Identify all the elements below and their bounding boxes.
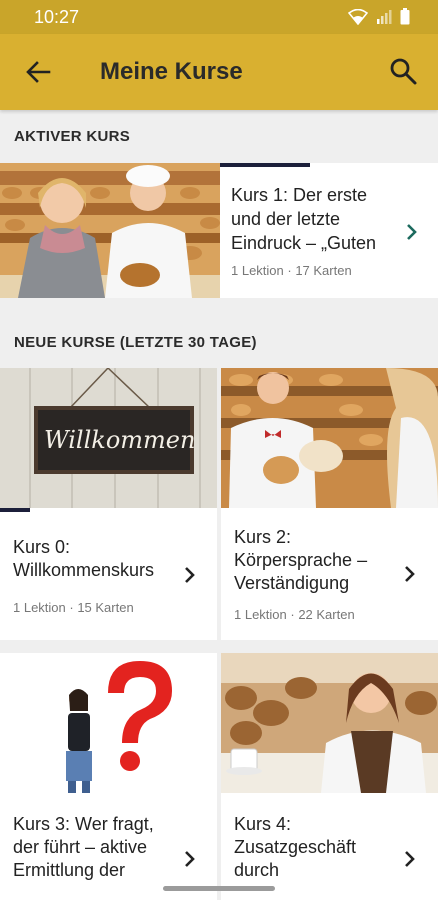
course-meta: 1 Lektion · 15 Karten xyxy=(13,600,134,615)
app-bar: Meine Kurse xyxy=(0,34,438,110)
course-image-bakery xyxy=(0,163,220,298)
chevron-right-icon[interactable] xyxy=(183,565,197,585)
status-time: 10:27 xyxy=(34,7,80,27)
course-title: Kurs 0: Willkommenskurs xyxy=(13,537,155,580)
battery-icon xyxy=(400,8,410,25)
course-image-question-mark xyxy=(0,653,217,793)
chevron-right-icon[interactable] xyxy=(183,849,197,869)
course-image-welcome-sign: Willkommen xyxy=(0,368,217,508)
course-title: Kurs 4: Zusatzgeschäft durch xyxy=(234,814,357,880)
course-progress-bar xyxy=(220,163,310,167)
active-course-card[interactable]: Kurs 1: Der erste und der letzte Eindruc… xyxy=(0,163,438,298)
status-bar: 10:27 xyxy=(0,0,438,34)
active-course-meta: 1 Lektion · 17 Karten xyxy=(231,263,352,278)
page-title: Meine Kurse xyxy=(100,58,243,85)
chevron-right-icon[interactable] xyxy=(403,849,417,869)
course-card-2[interactable]: Kurs 2: Körpersprache – Verständigung 1 … xyxy=(221,368,438,640)
course-card-0[interactable]: Willkommen Kurs 0: Willkommenskurs 1 Lek… xyxy=(0,368,217,640)
course-image-barista xyxy=(221,653,438,793)
course-card-4[interactable]: Kurs 4: Zusatzgeschäft durch xyxy=(221,653,438,900)
course-meta: 1 Lektion · 22 Karten xyxy=(234,607,355,622)
course-image-baker-selling xyxy=(221,368,438,508)
wifi-icon xyxy=(348,8,368,25)
course-title: Kurs 3: Wer fragt, der führt – aktive Er… xyxy=(13,814,154,880)
search-icon[interactable] xyxy=(388,56,418,86)
course-progress-bar xyxy=(0,508,30,512)
course-card-3[interactable]: Kurs 3: Wer fragt, der führt – aktive Er… xyxy=(0,653,217,900)
status-icons xyxy=(348,8,410,25)
active-course-title: Kurs 1: Der erste und der letzte Eindruc… xyxy=(231,185,377,253)
back-arrow-icon[interactable] xyxy=(24,58,52,86)
section-label-active: AKTIVER KURS xyxy=(14,128,131,145)
home-gesture-bar[interactable] xyxy=(163,886,275,891)
signal-icon xyxy=(377,9,392,24)
section-label-new: NEUE KURSE (LETZTE 30 TAGE) xyxy=(14,334,257,351)
chevron-right-icon[interactable] xyxy=(403,564,417,584)
course-title: Kurs 2: Körpersprache – Verständigung xyxy=(234,527,368,593)
chevron-right-icon[interactable] xyxy=(405,222,419,242)
welcome-sign-text: Willkommen xyxy=(44,426,196,454)
